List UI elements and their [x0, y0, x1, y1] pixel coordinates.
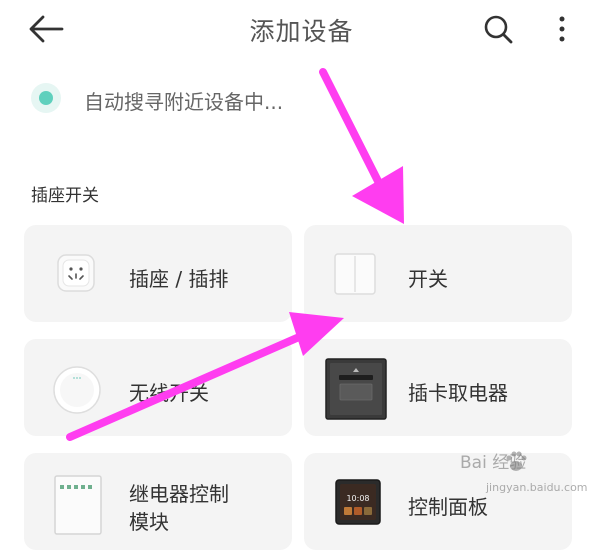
annotation-arrow-up	[66, 312, 344, 441]
annotation-arrows	[66, 68, 404, 441]
annotation-arrow-down	[319, 68, 404, 224]
baidu-watermark-url: jingyan.baidu.com	[486, 481, 588, 494]
baidu-paw-icon	[506, 451, 527, 471]
